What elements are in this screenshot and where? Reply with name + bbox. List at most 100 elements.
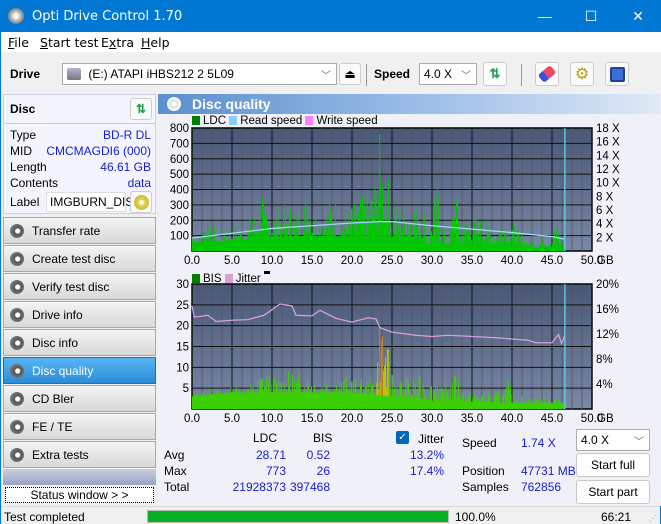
- max-jitter: 17.4%: [409, 464, 444, 478]
- col-header-bis: BIS: [313, 431, 333, 445]
- ldc-bar: [436, 186, 438, 251]
- elapsed-time: 66:21: [601, 510, 632, 524]
- x-tick-label: 35.0: [461, 255, 483, 267]
- x-tick-label: 40.0: [501, 255, 523, 267]
- nav-drive-info[interactable]: Drive info: [3, 301, 156, 328]
- app-disc-icon: [8, 8, 24, 24]
- nav-spacer: [3, 469, 156, 485]
- disc-refresh-button[interactable]: ⇅: [130, 98, 152, 120]
- drive-select[interactable]: (E:) ATAPI iHBS212 2 5L09 ﹀: [62, 63, 337, 85]
- disc-label-field[interactable]: IMGBURN_DIS: [46, 192, 133, 212]
- x-tick-label: 30.0: [421, 413, 443, 424]
- menu-extra[interactable]: Extra: [101, 35, 134, 50]
- nav-label: Create test disc: [32, 252, 116, 266]
- y-tick-label: 10: [176, 362, 189, 374]
- drive-icon: [67, 68, 81, 80]
- ldc-bar: [387, 179, 389, 251]
- y-tick-label: 20: [176, 321, 189, 333]
- y2-tick-label: 10 X: [596, 178, 620, 190]
- x-tick-label: 5.0: [224, 413, 240, 424]
- disc-tool-icon: [10, 224, 24, 238]
- status-text: Test completed: [4, 510, 85, 524]
- speed-select[interactable]: 4.0 X ﹀: [419, 63, 477, 85]
- y-tick-label: 200: [170, 215, 189, 227]
- x-tick-label: 0.0: [184, 255, 200, 267]
- avg-bis: 0.52: [306, 448, 330, 462]
- nav-transfer-rate[interactable]: Transfer rate: [3, 217, 156, 244]
- menu-file[interactable]: File: [8, 35, 29, 50]
- title-bar: Opti Drive Control 1.70 — ☐ ✕: [1, 1, 661, 32]
- disc-label-button[interactable]: [130, 191, 152, 213]
- y2-tick-label: 4 X: [596, 219, 614, 231]
- nav-create-test-disc[interactable]: Create test disc: [3, 245, 156, 272]
- start-part-button[interactable]: Start part: [576, 480, 650, 504]
- ldc-bar: [433, 202, 435, 251]
- save-button[interactable]: [605, 62, 629, 86]
- jitter-checkbox[interactable]: ✓: [396, 431, 409, 444]
- disc-header: Disc: [10, 102, 36, 116]
- y-tick-label: 15: [176, 342, 189, 354]
- start-full-button[interactable]: Start full: [576, 453, 650, 477]
- ldc-bar: [434, 194, 436, 251]
- nav-verify-test-disc[interactable]: Verify test disc: [3, 273, 156, 300]
- y2-tick-label: 8%: [596, 354, 613, 366]
- x-tick-label: 30.0: [421, 255, 443, 267]
- y-tick-label: 500: [170, 169, 189, 181]
- y-tick-label: 400: [170, 185, 189, 197]
- disc-tool-icon: [10, 364, 24, 378]
- refresh-arrows-icon: ⇅: [489, 66, 501, 81]
- menu-help[interactable]: Help: [141, 35, 170, 50]
- x-tick-label: 40.0: [501, 413, 523, 424]
- speed-stat-label: Speed: [462, 436, 497, 450]
- y-tick-label: 25: [176, 300, 189, 312]
- erase-button[interactable]: [535, 62, 559, 86]
- ldc-bar: [380, 178, 382, 251]
- disc-quality-panel: Disc quality LDC Read speed Write speed …: [158, 92, 661, 506]
- disc-label-key: Label: [10, 195, 40, 209]
- nav-disc-info[interactable]: Disc info: [3, 329, 156, 356]
- x-tick-label: 15.0: [301, 255, 323, 267]
- position-label: Position: [462, 464, 505, 478]
- position-value: 47731 MB: [521, 464, 576, 478]
- resize-grip-icon[interactable]: ⋰: [649, 514, 657, 523]
- refresh-button[interactable]: ⇅: [483, 62, 507, 86]
- x-tick-label: 0.0: [184, 413, 200, 424]
- nav-fe-te[interactable]: FE / TE: [3, 413, 156, 440]
- test-speed-select[interactable]: 4.0 X ﹀: [576, 429, 650, 451]
- legend-marker: [263, 271, 270, 274]
- disc-info-box: Disc ⇅ Type BD-R DL MID CMCMAGDI6 (000) …: [3, 94, 156, 214]
- x-axis-unit: GB: [597, 255, 614, 267]
- close-button[interactable]: ✕: [615, 1, 661, 32]
- x-tick-label: 45.0: [541, 413, 563, 424]
- disc-tool-icon: [10, 420, 24, 434]
- y2-tick-label: 2 X: [596, 232, 614, 244]
- menu-start-test[interactable]: Start test: [40, 35, 99, 50]
- x-tick-label: 25.0: [381, 255, 403, 267]
- nav-cd-bler[interactable]: CD Bler: [3, 385, 156, 412]
- maximize-button[interactable]: ☐: [568, 1, 614, 32]
- app-window: Opti Drive Control 1.70 — ☐ ✕ File Start…: [0, 0, 661, 524]
- x-axis-unit: GB: [597, 413, 614, 424]
- y2-tick-label: 12 X: [596, 164, 620, 176]
- drive-select-value: (E:) ATAPI iHBS212 2 5L09: [88, 67, 234, 81]
- nav-disc-quality[interactable]: Disc quality: [3, 357, 156, 384]
- cd-icon: [133, 194, 149, 210]
- minimize-button[interactable]: —: [522, 1, 568, 32]
- nav-extra-tests[interactable]: Extra tests: [3, 441, 156, 468]
- y2-tick-label: 16%: [596, 304, 619, 316]
- refresh-arrows-icon: ⇅: [135, 102, 147, 116]
- eject-button[interactable]: ⏏: [339, 63, 361, 85]
- status-window-button[interactable]: Status window > >: [5, 487, 154, 503]
- jitter-label: Jitter: [418, 432, 445, 446]
- x-tick-label: 5.0: [224, 255, 240, 267]
- settings-button[interactable]: ⚙: [570, 62, 594, 86]
- disc-type-key: Type: [10, 128, 37, 142]
- disc-contents-value: data: [127, 176, 151, 190]
- disc-length-key: Length: [10, 160, 47, 174]
- nav-label: CD Bler: [32, 392, 75, 406]
- y-tick-label: 5: [183, 383, 189, 395]
- x-tick-label: 10.0: [261, 255, 283, 267]
- y2-tick-label: 4%: [596, 379, 613, 391]
- x-tick-label: 20.0: [341, 255, 363, 267]
- bis-chart: 0.0 5.0 10.0 15.0 20.0 25.0 30.0 35.0 40.0 45.0 50…: [176, 279, 619, 424]
